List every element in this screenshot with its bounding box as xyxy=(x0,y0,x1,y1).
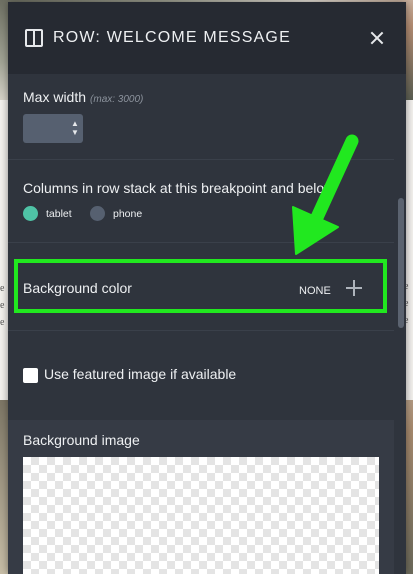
chevron-up-icon[interactable]: ▲ xyxy=(71,119,79,128)
featured-image-checkbox[interactable] xyxy=(23,368,38,383)
background-color-value: NONE xyxy=(299,285,331,297)
stack-breakpoint-label: Columns in row stack at this breakpoint … xyxy=(23,180,335,196)
featured-image-label: Use featured image if available xyxy=(44,366,237,382)
row-settings-panel: ROW: WELCOME MESSAGE Max width (max: 3000… xyxy=(8,2,406,574)
divider xyxy=(8,159,394,160)
chevron-down-icon[interactable]: ▼ xyxy=(71,128,79,137)
max-width-stepper[interactable]: ▲ ▼ xyxy=(23,114,83,143)
stepper-arrows[interactable]: ▲ ▼ xyxy=(71,119,79,137)
close-icon[interactable] xyxy=(365,26,389,50)
background-color-label: Background color xyxy=(23,280,132,296)
radio-tablet[interactable]: tablet xyxy=(23,206,72,221)
background-text-fragment: e xyxy=(0,300,5,311)
max-width-hint: (max: 3000) xyxy=(90,94,144,105)
panel-header: ROW: WELCOME MESSAGE xyxy=(8,2,406,74)
columns-icon xyxy=(25,29,43,47)
panel-title: ROW: WELCOME MESSAGE xyxy=(53,29,291,46)
divider xyxy=(8,242,394,243)
radio-phone-label: phone xyxy=(113,207,143,220)
background-image-label: Background image xyxy=(23,432,140,448)
max-width-label: Max width (max: 3000) xyxy=(23,89,143,105)
background-image-placeholder[interactable] xyxy=(23,457,379,574)
radio-tablet-label: tablet xyxy=(46,207,72,220)
divider xyxy=(8,330,394,331)
background-text-fragment: e xyxy=(0,283,5,294)
radio-selected-icon[interactable] xyxy=(23,206,38,221)
plus-icon[interactable] xyxy=(346,280,362,296)
radio-phone[interactable]: phone xyxy=(90,206,142,221)
radio-unselected-icon[interactable] xyxy=(90,206,105,221)
background-text-fragment: e xyxy=(0,317,5,328)
max-width-label-text: Max width xyxy=(23,89,87,105)
scrollbar-thumb[interactable] xyxy=(398,198,404,328)
